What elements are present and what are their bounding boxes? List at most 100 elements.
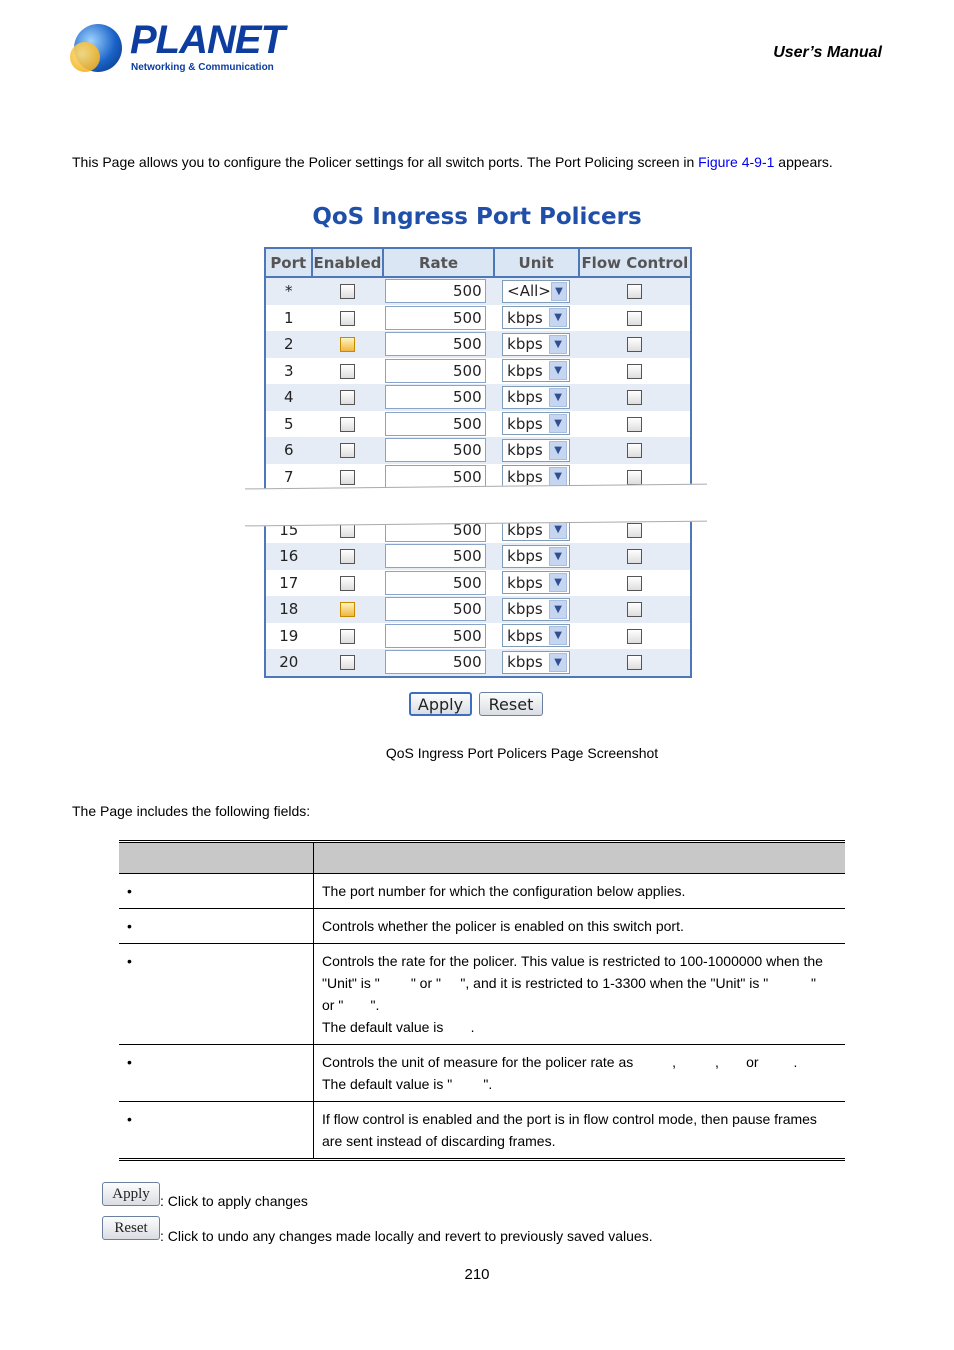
- port-row: 5 500 kbps ▼: [266, 411, 690, 438]
- enabled-checkbox[interactable]: [339, 469, 355, 485]
- port-number: 17: [279, 573, 299, 592]
- unit-value: kbps: [507, 653, 543, 672]
- chevron-down-icon: ▼: [549, 467, 568, 487]
- enabled-checkbox[interactable]: [339, 363, 355, 379]
- flow-control-checkbox[interactable]: [626, 390, 642, 406]
- unit-value: <All>: [507, 282, 551, 301]
- field-name: •: [119, 908, 314, 944]
- port-number: 5: [283, 414, 294, 433]
- flow-control-checkbox[interactable]: [626, 310, 642, 326]
- rate-input[interactable]: 500: [385, 358, 486, 383]
- page-number: 210: [464, 1266, 490, 1283]
- field-description: If flow control is enabled and the port …: [322, 1111, 817, 1149]
- logo-subtitle: Networking & Communication: [131, 62, 274, 73]
- figure-link[interactable]: Figure 4-9-1: [698, 154, 774, 170]
- unit-select[interactable]: kbps ▼: [502, 359, 571, 383]
- flow-control-checkbox[interactable]: [626, 284, 642, 300]
- unit-select[interactable]: kbps ▼: [502, 412, 571, 436]
- flow-control-checkbox[interactable]: [626, 363, 642, 379]
- enabled-checkbox[interactable]: [339, 602, 355, 618]
- enabled-checkbox[interactable]: [339, 628, 355, 644]
- rate-input[interactable]: 500: [385, 332, 486, 357]
- enabled-checkbox[interactable]: [339, 575, 355, 591]
- port-number: *: [266, 277, 312, 305]
- chevron-down-icon: ▼: [549, 334, 568, 354]
- apply-desc-text: : Click to apply changes: [160, 1193, 308, 1209]
- enabled-checkbox[interactable]: [339, 284, 355, 300]
- port-number: 16: [266, 543, 312, 570]
- unit-select[interactable]: kbps ▼: [502, 597, 571, 621]
- rate-input[interactable]: 500: [385, 570, 486, 595]
- enabled-checkbox[interactable]: [339, 549, 355, 565]
- rate-input[interactable]: 500: [385, 438, 486, 463]
- port-number: 20: [266, 649, 312, 676]
- rate-input[interactable]: 500: [385, 385, 486, 410]
- port-row: 6 500 kbps ▼: [266, 437, 690, 464]
- flow-control-checkbox[interactable]: [626, 522, 642, 538]
- unit-select[interactable]: kbps ▼: [502, 624, 571, 648]
- port-row: 17 500 kbps ▼: [266, 570, 690, 597]
- chevron-down-icon: ▼: [549, 546, 568, 566]
- flow-control-checkbox[interactable]: [626, 602, 642, 618]
- torn-page-break: [245, 483, 707, 527]
- unit-select[interactable]: kbps ▼: [502, 650, 571, 674]
- rate-input[interactable]: 500: [385, 650, 486, 675]
- rate-input[interactable]: 500: [385, 623, 486, 648]
- enabled-checkbox[interactable]: [339, 416, 355, 432]
- apply-button-sample[interactable]: Apply: [102, 1182, 160, 1206]
- column-header: Rate: [383, 249, 495, 278]
- port-row: 20 500 kbps ▼: [266, 649, 690, 676]
- port-row: 19 500 kbps ▼: [266, 623, 690, 650]
- enabled-checkbox[interactable]: [339, 337, 355, 353]
- flow-control-checkbox[interactable]: [626, 549, 642, 565]
- port-row: 2 500 kbps ▼: [266, 331, 690, 358]
- field-row: • Controls the rate for the policer. This…: [119, 943, 845, 1045]
- flow-control-checkbox[interactable]: [626, 443, 642, 459]
- enabled-checkbox[interactable]: [339, 390, 355, 406]
- logo-brand: PLANET: [130, 18, 285, 62]
- column-header: Flow Control: [578, 249, 690, 278]
- flow-control-checkbox[interactable]: [626, 337, 642, 353]
- flow-control-checkbox[interactable]: [626, 575, 642, 591]
- rate-input[interactable]: 500: [385, 597, 486, 622]
- field-name: •: [119, 1044, 314, 1102]
- unit-select[interactable]: kbps ▼: [502, 385, 571, 409]
- unit-value: kbps: [507, 361, 543, 380]
- reset-description: Reset : Click to undo any changes made l…: [102, 1212, 653, 1244]
- reset-button[interactable]: Reset: [479, 692, 543, 716]
- flow-control-checkbox[interactable]: [626, 628, 642, 644]
- unit-select[interactable]: kbps ▼: [502, 306, 571, 330]
- fields-intro: The Page includes the following fields:: [72, 803, 311, 819]
- unit-select[interactable]: kbps ▼: [502, 438, 571, 462]
- rate-input[interactable]: 500: [385, 544, 486, 569]
- port-row: 18 500 kbps ▼: [266, 596, 690, 623]
- field-name: •: [119, 943, 314, 1045]
- apply-button[interactable]: Apply: [409, 692, 472, 716]
- port-number: 3: [283, 361, 294, 380]
- flow-control-checkbox[interactable]: [626, 416, 642, 432]
- field-row: • Controls the unit of measure for the po…: [119, 1044, 845, 1102]
- enabled-checkbox[interactable]: [339, 655, 355, 671]
- rate-input[interactable]: 500: [385, 279, 486, 304]
- unit-select[interactable]: kbps ▼: [502, 571, 571, 595]
- chevron-down-icon: ▼: [549, 361, 568, 381]
- chevron-down-icon: ▼: [549, 308, 568, 328]
- rate-input[interactable]: 500: [385, 411, 486, 436]
- enabled-checkbox[interactable]: [339, 310, 355, 326]
- port-row: 4 500 kbps ▼: [266, 384, 690, 411]
- rate-input[interactable]: 500: [385, 305, 486, 330]
- column-header: Unit: [493, 249, 580, 278]
- screenshot-title: QoS Ingress Port Policers: [312, 204, 642, 230]
- unit-select[interactable]: <All> ▼: [502, 279, 571, 303]
- field-description: Controls the rate for the policer. This …: [313, 943, 845, 1045]
- unit-value: kbps: [507, 308, 543, 327]
- reset-button-sample[interactable]: Reset: [102, 1216, 160, 1240]
- flow-control-checkbox[interactable]: [626, 469, 642, 485]
- enabled-checkbox[interactable]: [339, 443, 355, 459]
- unit-select[interactable]: kbps ▼: [502, 332, 571, 356]
- field-row: • Controls whether the policer is enabled…: [119, 908, 845, 944]
- flow-control-checkbox[interactable]: [626, 655, 642, 671]
- unit-select[interactable]: kbps ▼: [502, 544, 571, 568]
- field-name: •: [119, 873, 314, 909]
- chevron-down-icon: ▼: [549, 652, 568, 672]
